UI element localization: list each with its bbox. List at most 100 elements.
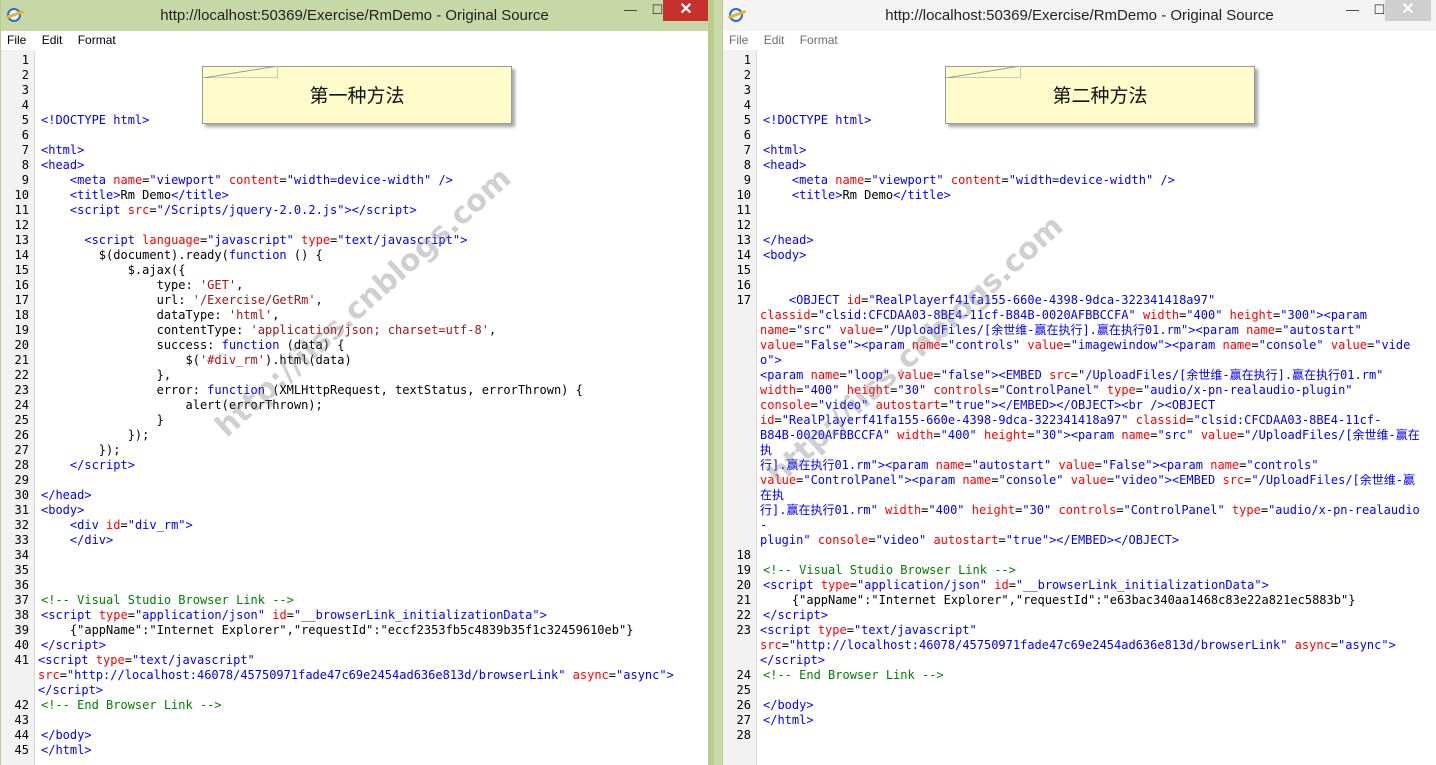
line-code: <!-- End Browser Link -->	[41, 698, 222, 712]
code-line: 32 <div id="div_rm">	[1, 518, 708, 533]
line-number: 4	[21, 98, 29, 112]
code-line: 44 </body>	[1, 728, 708, 743]
line-code: $('#div_rm').html(data)	[41, 353, 352, 367]
line-code: <title>Rm Demo</title>	[791, 188, 951, 202]
line-code: {"appName":"Internet Explorer","requestI…	[763, 593, 1356, 607]
code-line: 15	[723, 263, 1436, 278]
line-number: 13	[14, 233, 29, 247]
line-number: 5	[743, 113, 751, 127]
line-number: 5	[21, 113, 29, 127]
line-number: 3	[743, 83, 751, 97]
line-code: <meta name="viewport" content="width=dev…	[791, 173, 1175, 187]
menu-format[interactable]: Format	[794, 31, 844, 47]
line-code: </html>	[41, 743, 92, 757]
line-code: </head>	[763, 233, 814, 247]
code-line: 22 </script>	[723, 608, 1436, 623]
line-number: 20	[736, 578, 751, 592]
code-line: 16 type: 'GET',	[1, 278, 708, 293]
line-code: </div>	[69, 533, 114, 547]
line-code: <head>	[763, 158, 807, 172]
annotation-note: 第二种方法	[945, 66, 1255, 124]
line-number: 16	[736, 278, 751, 292]
line-number: 41	[14, 653, 29, 667]
title-bar[interactable]: http://localhost:50369/Exercise/RmDemo -…	[723, 0, 1436, 31]
window-divider	[714, 0, 722, 765]
code-line: 16	[723, 278, 1436, 293]
line-number: 38	[14, 608, 29, 622]
code-line: 27 </html>	[723, 713, 1436, 728]
menu-edit[interactable]: Edit	[36, 31, 69, 47]
menu-edit[interactable]: Edit	[758, 31, 791, 47]
code-line: 12	[723, 218, 1436, 233]
line-number: 28	[736, 728, 751, 742]
line-number: 33	[14, 533, 29, 547]
line-number: 19	[14, 323, 29, 337]
line-number: 14	[736, 248, 751, 262]
line-number: 21	[736, 593, 751, 607]
line-code: <title>Rm Demo</title>	[69, 188, 229, 202]
menu-bar: File Edit Format	[723, 31, 1436, 50]
line-number: 26	[14, 428, 29, 442]
line-number: 11	[14, 203, 29, 217]
line-number: 36	[14, 578, 29, 592]
line-code: });	[41, 443, 121, 457]
line-code: <!-- Visual Studio Browser Link -->	[763, 563, 1016, 577]
close-button[interactable]: ✕	[1385, 0, 1431, 21]
code-line: 24 alert(errorThrown);	[1, 398, 708, 413]
line-number: 18	[736, 548, 751, 562]
line-number: 28	[14, 458, 29, 472]
code-line: 27 });	[1, 443, 708, 458]
line-number: 1	[743, 53, 751, 67]
minimize-button[interactable]: —	[1339, 0, 1366, 21]
note-text: 第二种方法	[1052, 85, 1148, 107]
line-code: <script type="text/javascript" src="http…	[38, 653, 674, 697]
line-number: 24	[14, 398, 29, 412]
code-line: 35	[1, 563, 708, 578]
code-line: 8 <head>	[723, 158, 1436, 173]
code-line: 10 <title>Rm Demo</title>	[723, 188, 1436, 203]
line-number: 12	[736, 218, 751, 232]
source-editor[interactable]: 1 2 3 4 5 <!DOCTYPE html> 6 7 <html> 8 <head> 9 <me…	[1, 50, 708, 765]
line-number: 6	[21, 128, 29, 142]
close-button[interactable]: ✕	[663, 0, 708, 21]
source-editor[interactable]: 1 2 3 4 5 <!DOCTYPE html> 6 7 <html> 8 <head> 9 <me…	[723, 50, 1436, 765]
line-code: <script type="application/json" id="__br…	[763, 578, 1269, 592]
line-code: <!DOCTYPE html>	[763, 113, 872, 127]
line-number: 2	[21, 68, 29, 82]
menu-file[interactable]: File	[1, 31, 32, 47]
code-line: 23 <script type="text/javascript" src="ht…	[723, 623, 1436, 668]
line-number: 10	[736, 188, 751, 202]
line-code: <script type="text/javascript" src="http…	[760, 623, 1396, 667]
line-code: <OBJECT id="RealPlayerf41fa155-660e-4398…	[760, 293, 1420, 547]
line-number: 31	[14, 503, 29, 517]
line-number: 25	[736, 683, 751, 697]
menu-file[interactable]: File	[723, 31, 754, 47]
line-code: </script>	[763, 608, 829, 622]
code-line: 24 <!-- End Browser Link -->	[723, 668, 1436, 683]
line-number: 37	[14, 593, 29, 607]
line-number: 30	[14, 488, 29, 502]
code-line: 30 </head>	[1, 488, 708, 503]
line-number: 42	[14, 698, 29, 712]
code-line: 22 },	[1, 368, 708, 383]
line-code: alert(errorThrown);	[41, 398, 323, 412]
menu-format[interactable]: Format	[72, 31, 122, 47]
line-number: 32	[14, 518, 29, 532]
minimize-button[interactable]: —	[617, 0, 644, 21]
line-number: 13	[736, 233, 751, 247]
code-line: 20 <script type="application/json" id="__…	[723, 578, 1436, 593]
line-number: 29	[14, 473, 29, 487]
note-text: 第一种方法	[309, 85, 405, 107]
line-code: <script language="javascript" type="text…	[84, 233, 468, 247]
code-line: 18	[723, 548, 1436, 563]
code-line: 19 <!-- Visual Studio Browser Link -->	[723, 563, 1436, 578]
line-number: 9	[21, 173, 29, 187]
code-line: 14 <body>	[723, 248, 1436, 263]
line-code: </script>	[41, 638, 107, 652]
line-code: <!DOCTYPE html>	[41, 113, 150, 127]
code-line: 9 <meta name="viewport" content="width=d…	[723, 173, 1436, 188]
line-number: 15	[736, 263, 751, 277]
line-number: 17	[14, 293, 29, 307]
title-bar[interactable]: http://localhost:50369/Exercise/RmDemo -…	[1, 0, 708, 31]
line-number: 11	[736, 203, 751, 217]
